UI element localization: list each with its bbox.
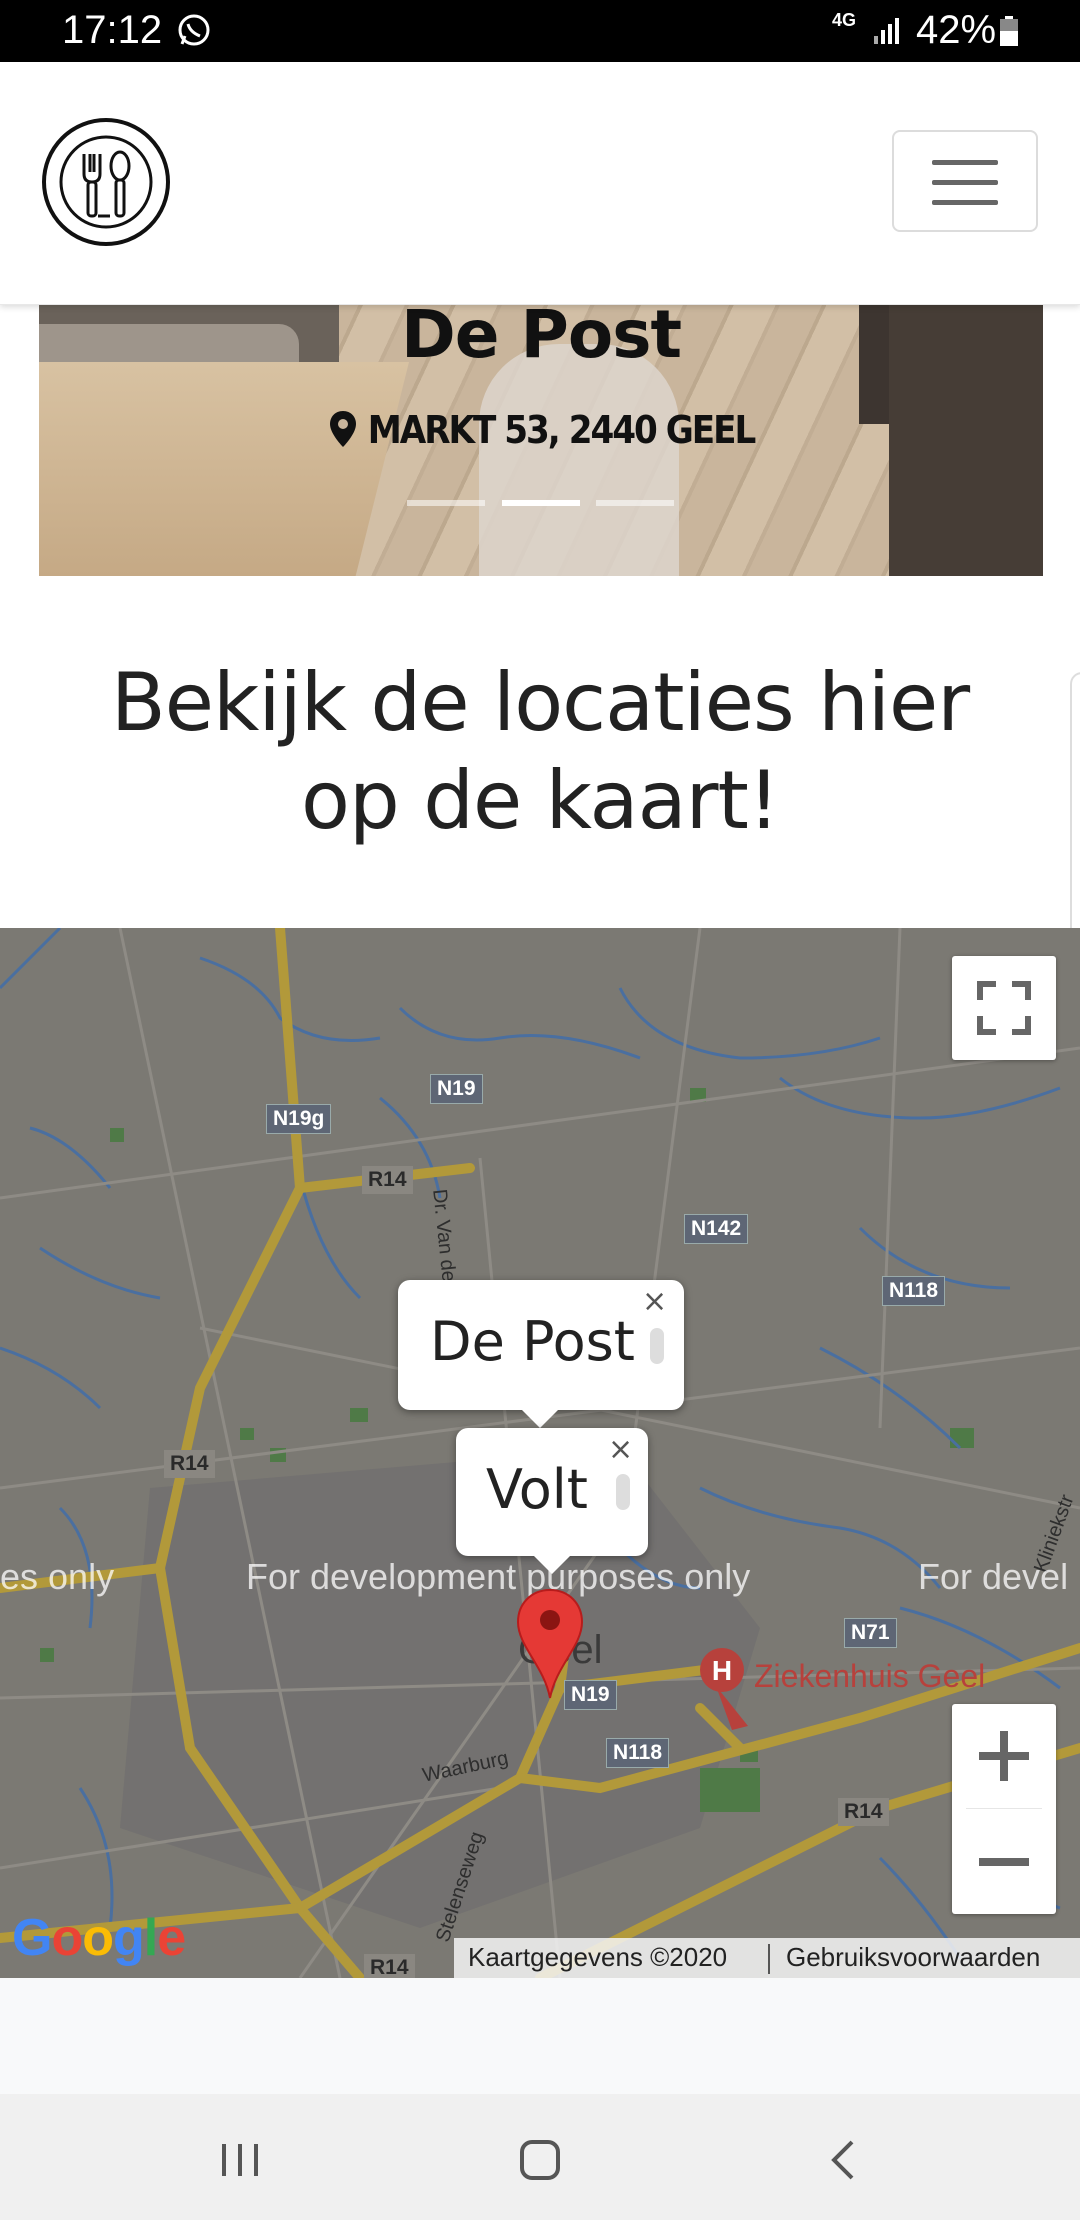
road-label-n118: N118 [606, 1738, 670, 1768]
fullscreen-button[interactable] [952, 956, 1056, 1060]
minus-icon [979, 1858, 1029, 1866]
carousel-dot-3[interactable] [596, 500, 674, 506]
map-attribution: Kaartgegevens ©2020 Gebruiksvoorwaarden [454, 1938, 1080, 1978]
infowindow-volt[interactable]: Volt × [456, 1428, 648, 1574]
fullscreen-icon [977, 981, 1031, 1035]
road-label-n19: N19 [430, 1074, 483, 1104]
status-time: 17:12 [62, 8, 163, 52]
site-header [0, 62, 1080, 305]
road-label-n71: N71 [844, 1618, 897, 1648]
infowindow-de-post-title: De Post [430, 1310, 635, 1373]
plus-icon [979, 1731, 1029, 1781]
google-map[interactable]: N19 N19g R14 N142 N118 R14 N71 N19 N118 … [0, 928, 1080, 1978]
infowindow-volt-title: Volt [486, 1458, 588, 1521]
hero-address: MARKT 53, 2440 GEEL [39, 408, 1043, 452]
hospital-icon[interactable]: H [696, 1646, 756, 1736]
road-label-r14-east: R14 [838, 1798, 889, 1826]
google-logo[interactable]: Google [12, 1908, 186, 1968]
heading-line-2: op de kaart! [301, 754, 780, 847]
infowindow-scrollbar [616, 1474, 630, 1510]
close-icon[interactable]: × [642, 1284, 667, 1319]
cutlery-logo-icon[interactable] [40, 116, 172, 248]
hospital-label[interactable]: Ziekenhuis Geel [754, 1658, 985, 1695]
road-label-r14-north: R14 [362, 1166, 413, 1194]
signal-icon [874, 18, 899, 44]
battery-percent: 42% [916, 8, 997, 52]
road-label-n142: N142 [684, 1214, 749, 1244]
close-icon[interactable]: × [608, 1432, 633, 1467]
menu-toggle-button[interactable] [892, 130, 1038, 232]
terms-link[interactable]: Gebruiksvoorwaarden [786, 1942, 1040, 1973]
back-icon[interactable] [814, 2130, 874, 2190]
infowindow-de-post[interactable]: De Post × [398, 1280, 684, 1428]
zoom-in-button[interactable] [952, 1704, 1056, 1808]
status-bar: 17:12 4G 42% [0, 0, 1080, 62]
hero-title: De Post [400, 304, 682, 373]
system-nav-bar [0, 2094, 1080, 2220]
hero-address-text: MARKT 53, 2440 GEEL [367, 408, 757, 452]
road-label-n19g: N19g [266, 1104, 332, 1134]
locations-heading: Bekijk de locaties hier op de kaart! [60, 654, 1020, 850]
infowindow-scrollbar [650, 1328, 664, 1364]
svg-text:H: H [712, 1655, 732, 1686]
home-icon[interactable] [510, 2130, 570, 2190]
hero-carousel[interactable]: De Post MARKT 53, 2440 GEEL [39, 304, 1043, 576]
network-type: 4G [832, 10, 857, 30]
road-label-r14-south: R14 [364, 1954, 415, 1978]
carousel-dot-1[interactable] [407, 500, 485, 506]
battery-icon [1000, 16, 1018, 46]
heading-line-1: Bekijk de locaties hier [110, 656, 970, 749]
carousel-dot-2[interactable] [502, 500, 580, 506]
road-label-r14-west: R14 [164, 1450, 215, 1478]
zoom-out-button[interactable] [952, 1810, 1056, 1914]
dev-watermark-left: es only [0, 1556, 115, 1597]
page-footer-area [0, 1978, 1080, 2094]
dev-watermark-center: For development purposes only [246, 1556, 751, 1597]
map-data-attribution[interactable]: Kaartgegevens ©2020 [468, 1942, 727, 1973]
whatsapp-icon [178, 14, 210, 46]
road-label-n118-east: N118 [882, 1276, 946, 1306]
map-marker-icon[interactable] [514, 1586, 586, 1702]
dev-watermark-right: For devel [918, 1556, 1069, 1597]
location-pin-icon [329, 411, 356, 447]
zoom-control [952, 1704, 1056, 1914]
recent-apps-icon[interactable] [210, 2130, 270, 2190]
